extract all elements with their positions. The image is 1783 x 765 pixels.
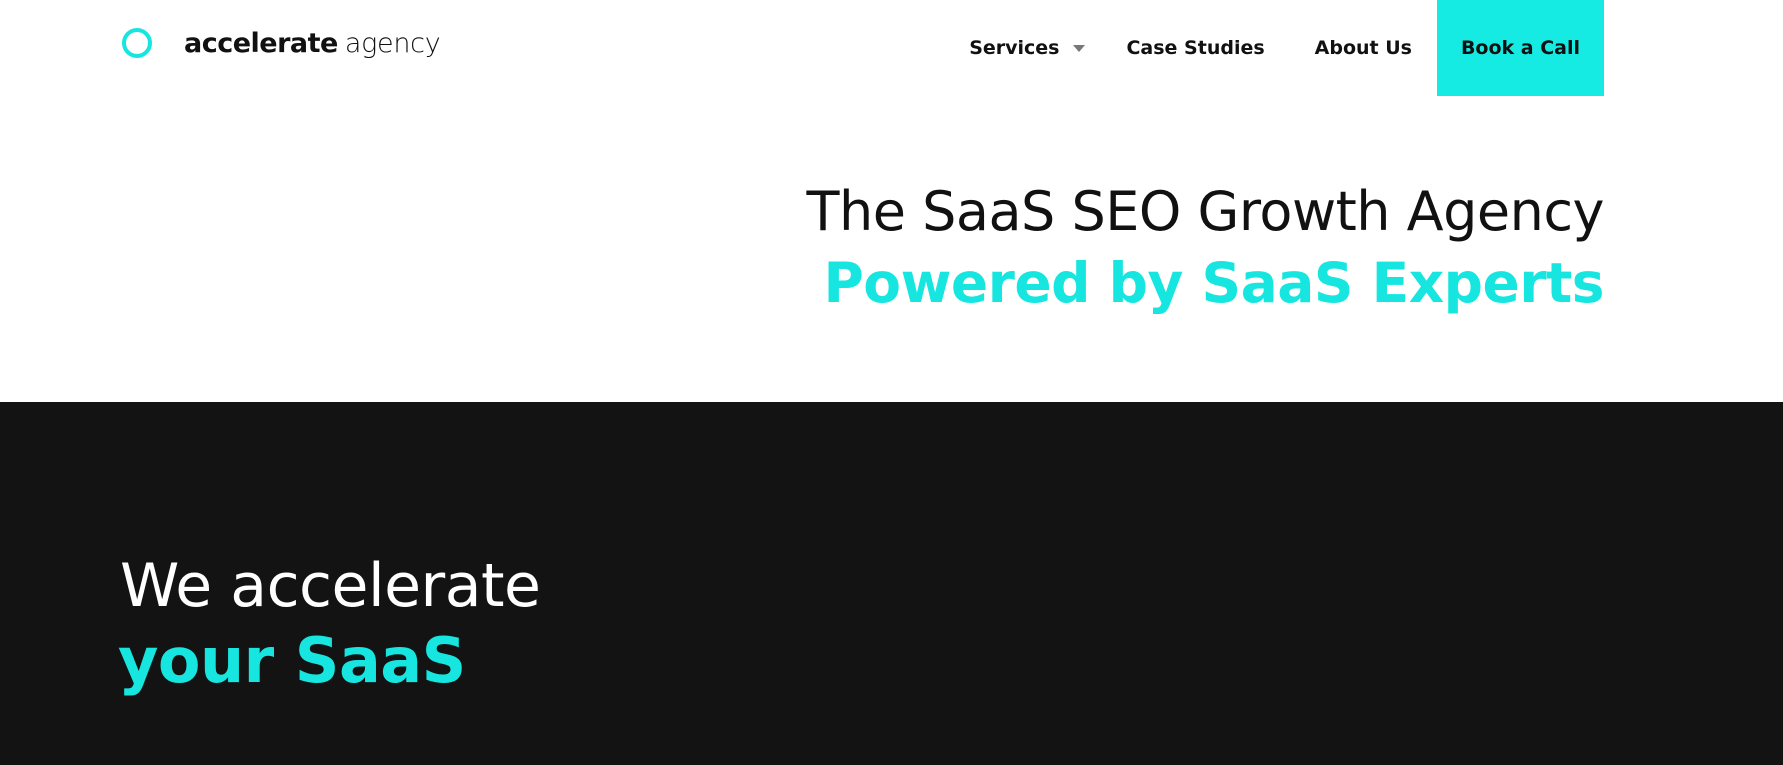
site-header: accelerate agency Services Case Studies … <box>0 0 1783 96</box>
book-a-call-button[interactable]: Book a Call <box>1437 0 1604 96</box>
intro-heading-accent: your SaaS <box>118 624 466 697</box>
hero-section: The SaaS SEO Growth Agency Powered by Sa… <box>0 96 1783 402</box>
ring-icon <box>122 28 152 58</box>
chevron-down-icon <box>1073 45 1086 52</box>
main-nav: Services Case Studies About Us Book a Ca… <box>944 0 1604 96</box>
nav-item-case-studies[interactable]: Case Studies <box>1101 0 1289 96</box>
site-logo[interactable]: accelerate agency <box>122 22 441 64</box>
intro-heading: We accelerate <box>120 551 541 621</box>
logo-text-bold: accelerate <box>184 27 338 59</box>
logo-text-light: agency <box>344 27 441 59</box>
nav-item-services[interactable]: Services <box>944 0 1101 96</box>
intro-section: We accelerate your SaaS <box>0 402 1783 765</box>
nav-item-services-label: Services <box>969 37 1060 59</box>
hero-subtitle: Powered by SaaS Experts <box>823 251 1605 315</box>
nav-item-about-us[interactable]: About Us <box>1290 0 1437 96</box>
hero-title: The SaaS SEO Growth Agency <box>806 180 1604 243</box>
